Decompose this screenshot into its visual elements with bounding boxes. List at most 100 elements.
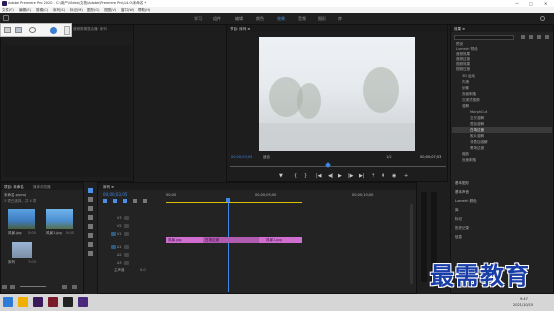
close-button[interactable]: ✕ xyxy=(544,1,547,6)
tab-project[interactable]: 项目: 未命名 xyxy=(4,185,24,189)
effects-search-input[interactable] xyxy=(454,35,514,40)
tab-effects[interactable]: 效果 ≡ xyxy=(454,27,465,31)
effects-item[interactable]: 视频效果 xyxy=(456,62,470,66)
panel-essential-sound[interactable]: 基本声音 xyxy=(455,190,469,194)
menu-file[interactable]: 文件(F) xyxy=(2,8,14,12)
add-marker-button[interactable]: ▼ xyxy=(279,174,283,179)
step-back-button[interactable]: ◀| xyxy=(328,174,334,179)
list-view-icon[interactable] xyxy=(2,285,7,289)
premiere-taskbar-icon[interactable] xyxy=(33,297,43,307)
effects-item[interactable]: 溶解 xyxy=(462,104,469,108)
zoom-icon[interactable] xyxy=(29,27,36,33)
clip-label[interactable]: 风景.jpg xyxy=(168,238,182,242)
tab-media-browser[interactable]: 媒体浏览器 xyxy=(33,185,51,189)
track-lock-v2-icon[interactable] xyxy=(124,224,129,228)
project-thumb[interactable] xyxy=(8,209,35,229)
track-target-a1[interactable] xyxy=(111,245,116,249)
hand-tool-icon[interactable] xyxy=(88,242,93,247)
track-lock-a2-icon[interactable] xyxy=(124,253,129,257)
scroll-icon[interactable] xyxy=(64,26,70,35)
project-thumb-sequence[interactable] xyxy=(12,242,32,258)
workspace-audio[interactable]: 音频 xyxy=(298,16,306,21)
menu-clip[interactable]: 剪辑(C) xyxy=(36,8,48,12)
icon-view-icon[interactable] xyxy=(10,285,15,289)
panel-lumetri[interactable]: Lumetri 颜色 xyxy=(455,199,477,203)
master-volume-value[interactable]: 0.0 xyxy=(140,268,146,272)
step-forward-button[interactable]: |▶ xyxy=(348,174,354,179)
slip-tool-icon[interactable] xyxy=(88,224,93,229)
mark-in-button[interactable]: { xyxy=(294,174,297,179)
track-lock-a1-icon[interactable] xyxy=(124,245,129,249)
track-lock-a3-icon[interactable] xyxy=(124,261,129,265)
menu-marker[interactable]: 标记(M) xyxy=(70,8,83,12)
effects-item[interactable]: 3D 运动 xyxy=(462,74,475,78)
go-to-out-button[interactable]: ▶| xyxy=(359,174,365,179)
workspace-learn[interactable]: 学习 xyxy=(194,16,202,21)
track-target-v1[interactable] xyxy=(111,232,116,236)
transition-label[interactable]: 白场过渡 xyxy=(205,238,219,242)
tab-sequence[interactable]: 序列 ≡ xyxy=(103,185,114,189)
workspace-graphics[interactable]: 图形 xyxy=(318,16,326,21)
program-timecode[interactable]: 00;00;03;05 xyxy=(231,155,252,159)
effects-item[interactable]: 胶片溶解 xyxy=(470,134,484,138)
menu-graphics[interactable]: 图形(G) xyxy=(87,8,99,12)
track-select-tool-icon[interactable] xyxy=(88,197,93,202)
maximize-button[interactable]: □ xyxy=(529,1,533,6)
terminal-taskbar-icon[interactable] xyxy=(63,297,73,307)
windows-start-icon[interactable] xyxy=(3,297,13,307)
effects-item[interactable]: 视频过渡 xyxy=(456,67,470,71)
search-icon[interactable] xyxy=(540,16,545,21)
menu-help[interactable]: 帮助(H) xyxy=(138,8,150,12)
effects-item[interactable]: MorphCut xyxy=(470,110,487,114)
mark-out-button[interactable]: } xyxy=(304,174,307,179)
play-button[interactable]: ▶ xyxy=(338,174,342,179)
type-tool-icon[interactable] xyxy=(88,251,93,256)
timeline-settings-icon[interactable] xyxy=(133,199,137,203)
effects-item[interactable]: 缩放 xyxy=(462,152,469,156)
trash-icon[interactable] xyxy=(72,285,77,289)
effects-item[interactable]: 预设 xyxy=(456,42,463,46)
workspace-effects[interactable]: 效果 xyxy=(277,16,285,21)
home-icon[interactable] xyxy=(3,15,9,21)
ripple-edit-tool-icon[interactable] xyxy=(88,206,93,211)
effects-item[interactable]: 沉浸式视频 xyxy=(462,98,480,102)
export-frame-button[interactable]: ◉ xyxy=(392,174,396,179)
track-lock-v3-icon[interactable] xyxy=(124,216,129,220)
effects-item[interactable]: 交叉溶解 xyxy=(470,116,484,120)
menu-sequence[interactable]: 序列(S) xyxy=(53,8,65,12)
folder-icon[interactable] xyxy=(4,27,11,33)
effects-item[interactable]: Lumetri 预设 xyxy=(456,47,478,51)
effects-item-selected[interactable]: 白场过渡 xyxy=(470,128,484,132)
program-scrub-bar[interactable] xyxy=(230,166,446,167)
timeline-scrollbar[interactable] xyxy=(410,204,413,284)
help-icon[interactable] xyxy=(50,27,57,34)
menu-window[interactable]: 窗口(W) xyxy=(121,8,134,12)
effects-item[interactable]: 黑场过渡 xyxy=(470,146,484,150)
new-item-icon[interactable] xyxy=(62,285,67,289)
track-lock-v1-icon[interactable] xyxy=(124,232,129,236)
workspace-editing[interactable]: 编辑 xyxy=(235,16,243,21)
media-taskbar-icon[interactable] xyxy=(78,297,88,307)
fit-dropdown[interactable]: 适合 xyxy=(263,155,270,159)
accelerated-effects-icon[interactable] xyxy=(521,35,525,39)
effects-item[interactable]: 页面剥落 xyxy=(462,92,476,96)
panel-markers[interactable]: 标记 xyxy=(455,217,462,221)
effects-item[interactable]: 音频效果 xyxy=(456,52,470,56)
effects-item[interactable]: 非叠加溶解 xyxy=(470,140,488,144)
effects-item[interactable]: 内滑 xyxy=(462,80,469,84)
panel-history[interactable]: 历史记录 xyxy=(455,226,469,230)
file-explorer-icon[interactable] xyxy=(18,297,28,307)
workspace-color[interactable]: 颜色 xyxy=(256,16,264,21)
effects-item[interactable]: 页面剥落 xyxy=(462,158,476,162)
pen-tool-icon[interactable] xyxy=(88,233,93,238)
panel-info[interactable]: 信息 xyxy=(455,235,462,239)
project-thumb[interactable] xyxy=(46,209,73,229)
effects-item[interactable]: 音频过渡 xyxy=(456,57,470,61)
app-taskbar-icon[interactable] xyxy=(48,297,58,307)
add-marker-icon[interactable] xyxy=(123,199,127,203)
work-area-bar[interactable] xyxy=(166,202,302,203)
tab-program[interactable]: 节目: 序列 ≡ xyxy=(230,27,250,31)
yuv-effects-icon[interactable] xyxy=(537,35,541,39)
timeline-timecode[interactable]: 00;00;03;05 xyxy=(103,192,127,197)
panel-essential-graphics[interactable]: 基本图形 xyxy=(455,181,469,185)
